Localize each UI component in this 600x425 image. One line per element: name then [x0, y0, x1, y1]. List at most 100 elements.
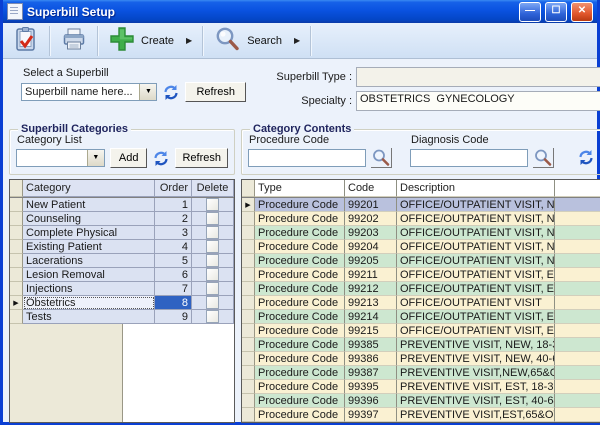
- procedure-row[interactable]: Procedure Code99204OFFICE/OUTPATIENT VIS…: [242, 240, 600, 254]
- code-cell[interactable]: 99201: [345, 198, 397, 212]
- row-selector[interactable]: [10, 254, 23, 268]
- row-selector[interactable]: [242, 226, 255, 240]
- row-selector[interactable]: [242, 212, 255, 226]
- code-cell[interactable]: 99214: [345, 310, 397, 324]
- category-row[interactable]: Complete Physical3: [10, 226, 234, 240]
- row-selector-arrow-icon[interactable]: ▶: [10, 296, 23, 310]
- category-cell[interactable]: Tests: [23, 310, 155, 324]
- search-dropdown-arrow-icon[interactable]: ▶: [294, 36, 300, 45]
- procedure-row[interactable]: Procedure Code99205OFFICE/OUTPATIENT VIS…: [242, 254, 600, 268]
- type-cell[interactable]: Procedure Code: [255, 198, 345, 212]
- add-category-button[interactable]: Add: [110, 148, 148, 168]
- type-cell[interactable]: Procedure Code: [255, 352, 345, 366]
- code-cell[interactable]: 99386: [345, 352, 397, 366]
- row-selector[interactable]: [242, 380, 255, 394]
- row-selector[interactable]: [10, 212, 23, 226]
- code-cell[interactable]: 99204: [345, 240, 397, 254]
- description-cell[interactable]: PREVENTIVE VISIT,NEW,65&OVER: [397, 366, 555, 380]
- type-cell[interactable]: Procedure Code: [255, 380, 345, 394]
- row-selector[interactable]: [242, 268, 255, 282]
- code-cell[interactable]: 99387: [345, 366, 397, 380]
- delete-checkbox[interactable]: [206, 254, 219, 267]
- order-cell[interactable]: 1: [155, 198, 192, 212]
- description-cell[interactable]: OFFICE/OUTPATIENT VISIT, NEW: [397, 254, 555, 268]
- categories-refresh-button[interactable]: Refresh: [175, 148, 228, 168]
- type-cell[interactable]: Procedure Code: [255, 324, 345, 338]
- row-selector[interactable]: [242, 282, 255, 296]
- description-cell[interactable]: PREVENTIVE VISIT, NEW, 18-39: [397, 338, 555, 352]
- code-cell[interactable]: 99205: [345, 254, 397, 268]
- column-header-delete[interactable]: Delete: [192, 180, 234, 197]
- row-selector[interactable]: [242, 394, 255, 408]
- category-cell[interactable]: Obstetrics: [23, 296, 155, 310]
- diagnosis-search-magnifier-icon[interactable]: [533, 148, 554, 168]
- code-cell[interactable]: 99213: [345, 296, 397, 310]
- type-cell[interactable]: Procedure Code: [255, 296, 345, 310]
- delete-checkbox[interactable]: [206, 226, 219, 239]
- procedure-row[interactable]: Procedure Code99214OFFICE/OUTPATIENT VIS…: [242, 310, 600, 324]
- row-selector[interactable]: [242, 254, 255, 268]
- code-cell[interactable]: 99395: [345, 380, 397, 394]
- order-cell[interactable]: 2: [155, 212, 192, 226]
- category-cell[interactable]: Lesion Removal: [23, 268, 155, 282]
- dropdown-arrow-icon[interactable]: ▼: [87, 150, 104, 166]
- row-selector[interactable]: [10, 240, 23, 254]
- column-header-type[interactable]: Type: [255, 180, 345, 197]
- description-cell[interactable]: OFFICE/OUTPATIENT VISIT, EST: [397, 310, 555, 324]
- category-row[interactable]: ▶Obstetrics8: [10, 296, 234, 310]
- type-cell[interactable]: Procedure Code: [255, 254, 345, 268]
- search-button[interactable]: Search ▶: [204, 26, 310, 56]
- delete-checkbox[interactable]: [206, 212, 219, 225]
- description-cell[interactable]: PREVENTIVE VISIT, EST, 40-64: [397, 394, 555, 408]
- save-button[interactable]: [3, 26, 49, 56]
- type-cell[interactable]: Procedure Code: [255, 408, 345, 422]
- category-row[interactable]: Injections7: [10, 282, 234, 296]
- create-dropdown-arrow-icon[interactable]: ▶: [186, 36, 192, 45]
- superbill-refresh-button[interactable]: Refresh: [185, 82, 246, 102]
- order-cell[interactable]: 3: [155, 226, 192, 240]
- category-row[interactable]: Lacerations5: [10, 254, 234, 268]
- type-cell[interactable]: Procedure Code: [255, 282, 345, 296]
- type-cell[interactable]: Procedure Code: [255, 338, 345, 352]
- category-row[interactable]: Tests9: [10, 310, 234, 324]
- order-cell[interactable]: 6: [155, 268, 192, 282]
- row-selector[interactable]: [10, 282, 23, 296]
- delete-checkbox[interactable]: [206, 310, 219, 323]
- row-selector[interactable]: [242, 338, 255, 352]
- order-cell[interactable]: 7: [155, 282, 192, 296]
- category-row[interactable]: New Patient1: [10, 198, 234, 212]
- delete-checkbox[interactable]: [206, 296, 219, 309]
- type-cell[interactable]: Procedure Code: [255, 394, 345, 408]
- row-selector[interactable]: [242, 366, 255, 380]
- category-cell[interactable]: Complete Physical: [23, 226, 155, 240]
- refresh-arrows-icon[interactable]: [152, 149, 170, 167]
- column-header-delete[interactable]: Delete: [555, 180, 600, 197]
- column-header-order[interactable]: Order: [155, 180, 192, 197]
- procedure-row[interactable]: ▶Procedure Code99201OFFICE/OUTPATIENT VI…: [242, 198, 600, 212]
- procedure-row[interactable]: Procedure Code99395PREVENTIVE VISIT, EST…: [242, 380, 600, 394]
- row-selector[interactable]: [10, 226, 23, 240]
- description-cell[interactable]: OFFICE/OUTPATIENT VISIT, EST: [397, 282, 555, 296]
- description-cell[interactable]: OFFICE/OUTPATIENT VISIT, NEW: [397, 198, 555, 212]
- procedure-row[interactable]: Procedure Code99203OFFICE/OUTPATIENT VIS…: [242, 226, 600, 240]
- category-row[interactable]: Existing Patient4: [10, 240, 234, 254]
- procedure-row[interactable]: Procedure Code99386PREVENTIVE VISIT, NEW…: [242, 352, 600, 366]
- description-cell[interactable]: OFFICE/OUTPATIENT VISIT, EST: [397, 324, 555, 338]
- category-row[interactable]: Lesion Removal6: [10, 268, 234, 282]
- row-selector[interactable]: [10, 310, 23, 324]
- diagnosis-code-input[interactable]: [410, 149, 528, 167]
- description-cell[interactable]: PREVENTIVE VISIT,EST,65&OVER: [397, 408, 555, 422]
- row-selector[interactable]: [242, 296, 255, 310]
- description-cell[interactable]: OFFICE/OUTPATIENT VISIT, NEW: [397, 226, 555, 240]
- description-cell[interactable]: OFFICE/OUTPATIENT VISIT, EST: [397, 268, 555, 282]
- row-selector[interactable]: [10, 198, 23, 212]
- order-cell[interactable]: 5: [155, 254, 192, 268]
- code-cell[interactable]: 99203: [345, 226, 397, 240]
- code-cell[interactable]: 99385: [345, 338, 397, 352]
- column-header-code[interactable]: Code: [345, 180, 397, 197]
- category-list-dropdown[interactable]: ▼: [16, 149, 105, 167]
- delete-checkbox[interactable]: [206, 282, 219, 295]
- print-button[interactable]: [51, 26, 97, 56]
- procedure-search-magnifier-icon[interactable]: [371, 148, 392, 168]
- category-cell[interactable]: New Patient: [23, 198, 155, 212]
